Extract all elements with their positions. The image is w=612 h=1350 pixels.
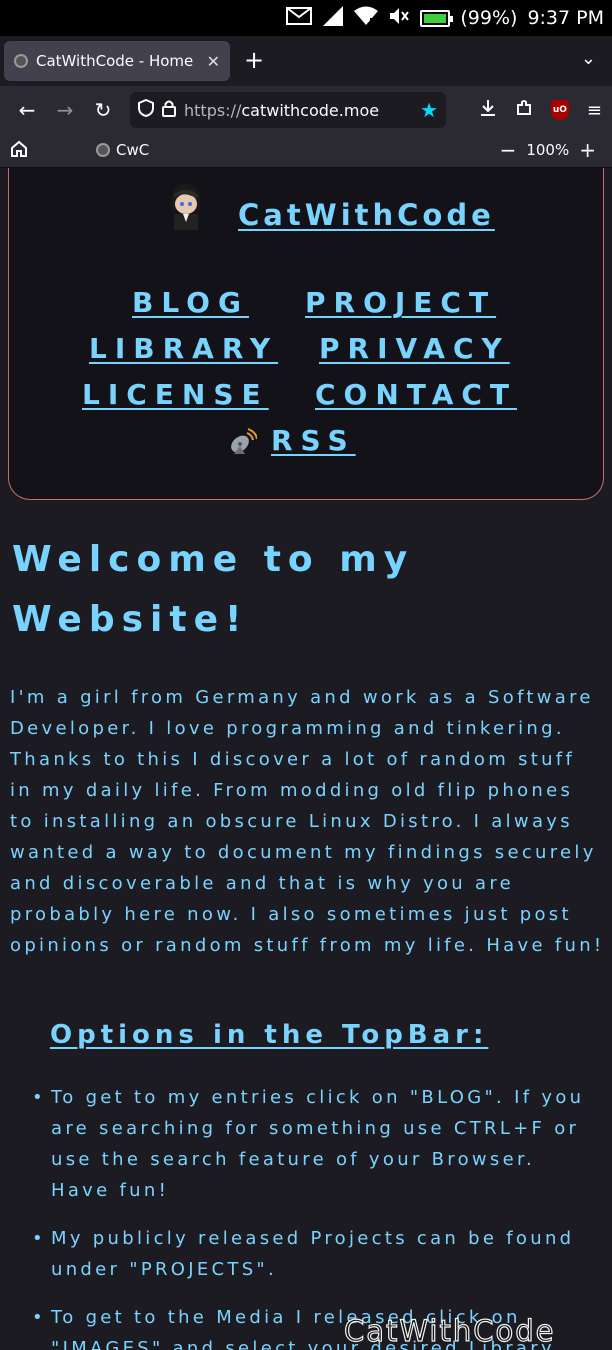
bookmarks-toolbar: CwC − 100% + [0,134,612,168]
forward-icon[interactable]: → [46,98,84,122]
download-icon[interactable] [479,99,497,122]
site-topbar: CatWithCode BLOG PROJECT LIBRARY PRIVACY… [8,168,604,500]
menu-icon[interactable]: ≡ [587,100,602,121]
favicon-icon [14,54,28,68]
site-title-link[interactable]: CatWithCode [238,198,495,232]
wifi-icon [354,6,379,31]
mail-icon [286,6,313,30]
battery-icon [420,9,454,27]
page-content: CatWithCode BLOG PROJECT LIBRARY PRIVACY… [0,168,612,1350]
new-tab-icon[interactable]: + [244,46,264,74]
tab-catwithcode-home[interactable]: CatWithCode - Home ✕ [4,41,230,81]
nav-link-rss[interactable]: RSS [271,424,356,457]
zoom-controls: − 100% + [500,138,596,162]
reload-icon[interactable]: ↻ [84,98,122,122]
home-icon[interactable] [10,140,28,163]
tracking-shield-icon[interactable] [138,98,154,121]
list-item: To get to my entries click on "BLOG". If… [30,1082,600,1206]
zoom-out-button[interactable]: − [500,138,517,162]
url-bar[interactable]: https://catwithcode.moe ★ [130,92,446,128]
battery-percent: (99%) [460,7,518,29]
ublock-origin-icon[interactable]: uO [550,100,569,120]
intro-paragraph: I'm a girl from Germany and work as a So… [10,687,605,956]
zoom-in-button[interactable]: + [579,138,596,162]
avatar [161,180,211,230]
tab-list-chevron-icon[interactable]: ⌄ [581,48,596,69]
extensions-icon[interactable] [515,99,533,122]
signal-icon [322,5,344,32]
nav-link-privacy[interactable]: PRIVACY [319,332,510,365]
close-tab-icon[interactable]: ✕ [207,52,220,71]
clock: 9:37 PM [527,7,604,29]
mute-icon [388,6,410,31]
nav-link-blog[interactable]: BLOG [132,286,249,319]
satellite-dish-icon[interactable] [227,427,258,457]
options-heading-link[interactable]: Options in the TopBar: [50,1020,488,1050]
bookmark-star-icon[interactable]: ★ [420,98,438,122]
tab-strip: CatWithCode - Home ✕ + ⌄ [0,36,612,86]
zoom-level[interactable]: 100% [526,141,569,159]
status-bar: (99%) 9:37 PM [0,0,612,36]
back-icon[interactable]: ← [8,98,46,122]
nav-link-contact[interactable]: CONTACT [315,378,517,411]
watermark: CatWithCode [343,1313,556,1348]
bookmark-label: CwC [116,141,150,159]
nav-link-project[interactable]: PROJECT [305,286,496,319]
bookmark-cwc[interactable]: CwC [96,141,149,159]
nav-link-license[interactable]: LICENSE [82,378,269,411]
page-title: Welcome to my Website! [12,539,415,640]
favicon-icon [96,143,110,157]
url-text[interactable]: https://catwithcode.moe [184,101,412,120]
tab-title: CatWithCode - Home [36,52,194,70]
list-item: My publicly released Projects can be fou… [30,1223,600,1285]
nav-toolbar: ← → ↻ https://catwithcode.moe ★ uO ≡ [0,86,612,134]
options-list: To get to my entries click on "BLOG". If… [30,1082,600,1350]
nav-link-library[interactable]: LIBRARY [89,332,278,365]
lock-icon[interactable] [162,99,176,121]
